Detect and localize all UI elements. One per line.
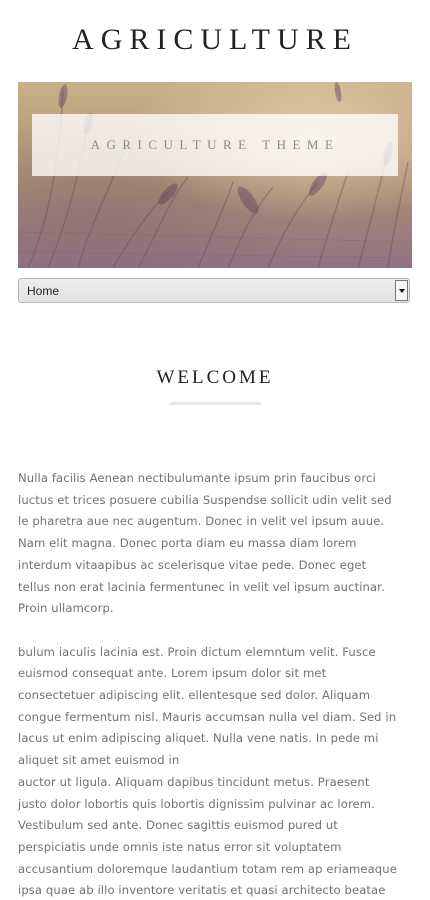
section-heading: WELCOME	[156, 367, 274, 388]
paragraph-1: Nulla facilis Aenean nectibulumante ipsu…	[18, 468, 410, 620]
chevron-down-icon[interactable]	[395, 280, 408, 301]
page: AGRICULTURE AGRICULTURE THEME Home WELCO…	[0, 0, 430, 900]
hero-image: AGRICULTURE THEME	[18, 82, 412, 268]
text-line: luctus et trices posuere cubilia Suspend…	[18, 492, 392, 507]
text-line: congue fermentum nisl. Mauris accumsan n…	[18, 709, 397, 724]
content-body: Nulla facilis Aenean nectibulumante ipsu…	[18, 468, 410, 900]
text-line: interdum vitaapibus ac scelerisque vitae…	[18, 557, 367, 572]
navigation-select[interactable]: Home	[18, 278, 410, 303]
site-title[interactable]: AGRICULTURE	[0, 20, 430, 60]
text-line: auctor ut ligula. Aliquam dapibus tincid…	[18, 774, 370, 789]
text-line: bulum iaculis lacinia est. Proin dictum …	[18, 644, 376, 659]
text-line: Proin ullamcorp.	[18, 601, 114, 616]
text-line: Nulla facilis Aenean nectibulumante ipsu…	[18, 471, 376, 485]
text-line: tellus non erat lacinia fermentunec in v…	[18, 579, 385, 594]
text-line: consectetuer adipiscing elit. ellentesqu…	[18, 688, 371, 703]
navigation-select-value: Home	[27, 284, 60, 298]
paragraph-2: bulum iaculis lacinia est. Proin dictum …	[18, 642, 410, 900]
text-line: Vestibulum sed ante. Donec sagittis euis…	[18, 818, 338, 833]
text-line: ipsa quae ab illo inventore veritatis et…	[18, 883, 386, 898]
text-line: euismod consequat ante. Lorem ipsum dolo…	[18, 666, 327, 681]
text-line: aliquet sit amet euismod in	[18, 753, 180, 768]
text-line: justo dolor lobortis quis lobortis digni…	[18, 796, 375, 811]
text-line: le pharetra aue nec augentum. Donec in v…	[18, 514, 385, 529]
text-line: Nam elit magna. Donec porta diam eu mass…	[18, 536, 357, 551]
text-line: accusantium doloremque laudantium totam …	[18, 861, 397, 876]
hero-banner: AGRICULTURE THEME	[32, 114, 398, 176]
text-line: perspiciatis unde omnis iste natus error…	[18, 839, 342, 854]
hero-banner-text: AGRICULTURE THEME	[90, 137, 340, 152]
heading-divider	[170, 402, 261, 405]
text-line: lacus ut enim adipiscing aliquet. Nulla …	[18, 731, 379, 746]
